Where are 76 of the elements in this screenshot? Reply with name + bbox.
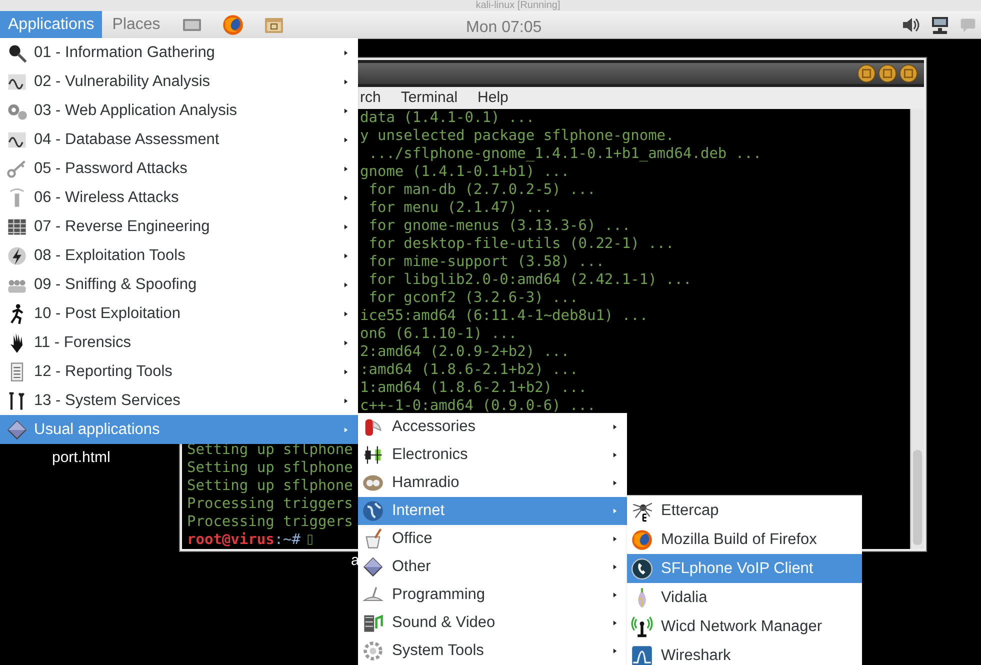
bolt-icon xyxy=(6,244,28,266)
terminal-line: 1:amd64 (1.8.6-2.1+b2) ... xyxy=(360,379,587,397)
menu-item[interactable]: 04 - Database Assessment xyxy=(0,125,358,154)
globe-icon xyxy=(362,500,384,522)
prompt-path: :~# xyxy=(274,531,301,549)
terminal-line: gnome (1.4.1-0.1+b1) ... xyxy=(360,163,570,181)
terminal-line: c++-1-0:amd64 (0.9.0-6) ... xyxy=(360,397,596,415)
window-title: kali-linux [Running] xyxy=(476,0,560,11)
menu-item[interactable]: System Tools xyxy=(358,637,627,665)
menu-item[interactable]: 09 - Sniffing & Spoofing xyxy=(0,270,358,299)
prompt-user: root@virus xyxy=(187,531,274,549)
menu-item[interactable]: Sound & Video xyxy=(358,609,627,637)
antenna-icon xyxy=(631,616,653,638)
film-icon xyxy=(362,612,384,634)
menu-item[interactable]: Wireshark xyxy=(627,641,862,665)
firefox-icon[interactable] xyxy=(222,14,244,36)
menu-item[interactable]: 11 - Forensics xyxy=(0,328,358,357)
menu-item[interactable]: Programming xyxy=(358,581,627,609)
diamond-icon xyxy=(6,418,28,440)
phone-icon xyxy=(631,558,653,580)
menu-item[interactable]: 06 - Wireless Attacks xyxy=(0,183,358,212)
terminal-line: for gnome-menus (3.13.3-6) ... xyxy=(368,217,631,235)
menu-item[interactable]: Other xyxy=(358,553,627,581)
menu-item[interactable]: Wicd Network Manager xyxy=(627,612,862,641)
terminal-line: Processing triggers xyxy=(187,495,353,513)
menu-item[interactable]: Terminal xyxy=(400,86,458,109)
terminal-line: y unselected package sflphone-gnome. xyxy=(360,127,674,145)
menu-item[interactable]: Electronics xyxy=(358,441,627,469)
menu-item[interactable]: 07 - Reverse Engineering xyxy=(0,212,358,241)
menu-item[interactable]: 12 - Reporting Tools xyxy=(0,357,358,386)
menu-item[interactable]: Help xyxy=(478,86,508,109)
menu-item[interactable]: 13 - System Services xyxy=(0,386,358,415)
terminal-line: for gconf2 (3.2.6-3) ... xyxy=(368,289,578,307)
scrollbar[interactable] xyxy=(910,109,924,549)
menu-item[interactable]: 05 - Password Attacks xyxy=(0,154,358,183)
menu-item[interactable]: 02 - Vulnerability Analysis xyxy=(0,67,358,96)
terminal-line: Processing triggers xyxy=(187,513,353,531)
scrollbar-thumb[interactable] xyxy=(913,450,922,545)
terminal-line: on6 (6.1.10-1) ... xyxy=(360,325,518,343)
speaker-icon[interactable] xyxy=(901,15,921,35)
menu-item[interactable]: Hamradio xyxy=(358,469,627,497)
terminal-line: for desktop-file-utils (0.22-1) ... xyxy=(368,235,674,253)
firefox-icon xyxy=(631,528,653,550)
terminal-line: Setting up sflphone xyxy=(187,477,353,495)
terminal-line: data (1.4.1-0.1) ... xyxy=(360,109,535,127)
key-icon xyxy=(6,158,28,180)
terminal-line: for man-db (2.7.0.2-5) ... xyxy=(368,181,596,199)
terminal-line: :amd64 (1.8.6-2.1+b2) ... xyxy=(360,361,578,379)
menu-item[interactable]: Office xyxy=(358,525,627,553)
gear-icon xyxy=(362,640,384,662)
terminal-line: Setting up sflphone xyxy=(187,441,353,459)
places-menu[interactable]: Places xyxy=(104,11,168,38)
menu-item[interactable]: Ettercap xyxy=(627,496,862,525)
terminal-line: Setting up sflphone xyxy=(187,459,353,477)
components-icon xyxy=(362,444,384,466)
close-button[interactable] xyxy=(899,64,918,83)
menu-item[interactable]: 08 - Exploitation Tools xyxy=(0,241,358,270)
minimize-button[interactable] xyxy=(857,64,876,83)
clock[interactable]: Mon 07:05 xyxy=(466,16,542,40)
desktop-icon-label[interactable]: port.html xyxy=(52,447,110,470)
terminal-line: for mime-support (3.58) ... xyxy=(368,253,604,271)
menu-item[interactable]: 10 - Post Exploitation xyxy=(0,299,358,328)
menu-item[interactable]: Vidalia xyxy=(627,583,862,612)
menu-item[interactable]: 03 - Web Application Analysis xyxy=(0,96,358,125)
network-icon[interactable] xyxy=(930,15,950,35)
menu-item[interactable]: Accessories xyxy=(358,413,627,441)
menu-item[interactable]: rch xyxy=(360,86,381,109)
terminal-line: ice55:amd64 (6:11.4-1~deb8u1) ... xyxy=(360,307,648,325)
terminal-line: for libglib2.0-0:amd64 (2.42.1-1) ... xyxy=(368,271,692,289)
terminal-line: .../sflphone-gnome_1.4.1-0.1+b1_amd64.deb ... xyxy=(368,145,762,163)
diamond-icon xyxy=(362,556,384,578)
maximize-button[interactable] xyxy=(878,64,897,83)
menu-item[interactable]: Mozilla Build of Firefox xyxy=(627,525,862,554)
terminal-line: 2:amd64 (2.0.9-2+b2) ... xyxy=(360,343,570,361)
menu-item[interactable]: 01 - Information Gathering xyxy=(0,38,358,67)
terminal-line: for menu (2.1.47) ... xyxy=(368,199,552,217)
